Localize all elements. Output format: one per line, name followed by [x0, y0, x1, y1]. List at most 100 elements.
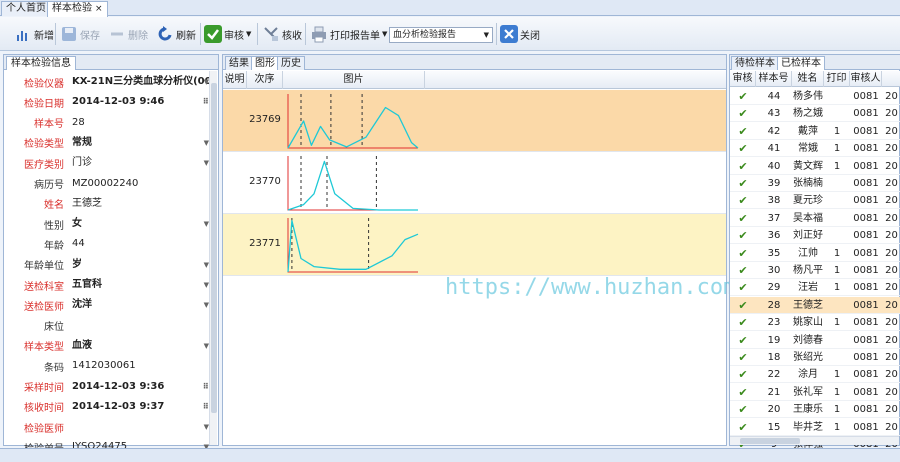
table-row[interactable]: ✔ 21 张礼军 1 0081 20: [730, 384, 900, 401]
graph-row[interactable]: 23769: [223, 90, 726, 152]
field-input[interactable]: 2014-12-03 9:46 ⠿: [70, 93, 212, 111]
order-number: 23771: [249, 238, 281, 249]
tab-history[interactable]: 历史: [277, 56, 305, 70]
column-header-image[interactable]: 图片: [283, 71, 425, 89]
save-button[interactable]: 保存: [60, 22, 100, 46]
form-row: 检验仪器 KX-21N三分类血球分析仪(000 ▼: [4, 72, 212, 92]
column-header-note[interactable]: 说明: [223, 71, 247, 89]
column-header-print[interactable]: 打印: [824, 71, 850, 87]
cell-print: [824, 192, 850, 209]
cell-name: 杨之娥: [793, 108, 823, 120]
field-input[interactable]: 2014-12-03 9:37 ⠿: [70, 398, 212, 416]
tab-home[interactable]: 个人首页: [1, 1, 51, 16]
field-input[interactable]: ▼: [70, 418, 212, 436]
close-button[interactable]: 关闭: [500, 22, 540, 46]
table-row[interactable]: ✔ 20 王康乐 1 0081 20: [730, 401, 900, 419]
refresh-button[interactable]: 刷新: [156, 22, 196, 46]
column-header-review[interactable]: 审核: [730, 71, 756, 87]
close-icon: [500, 25, 518, 43]
column-header-reviewer[interactable]: 审核人: [850, 71, 882, 87]
table-row[interactable]: ✔ 36 刘正好 0081 20: [730, 227, 900, 245]
field-input[interactable]: MZ00002240: [70, 175, 212, 193]
chevron-down-icon[interactable]: ▼: [246, 30, 251, 38]
table-row[interactable]: ✔ 38 夏元珍 0081 20: [730, 192, 900, 210]
column-header-order[interactable]: 次序: [247, 71, 283, 89]
table-row[interactable]: ✔ 35 江帅 1 0081 20: [730, 245, 900, 262]
cell-no: 41: [767, 143, 781, 155]
table-row[interactable]: ✔ 30 杨凡平 1 0081 20: [730, 262, 900, 279]
cell-print: [824, 210, 850, 227]
cell-x: 20: [885, 230, 898, 242]
cell-no: 43: [767, 108, 781, 120]
table-row[interactable]: ✔ 40 黄文辉 1 0081 20: [730, 158, 900, 175]
checkmark-icon: ✔: [738, 298, 748, 312]
table-row[interactable]: ✔ 15 毕井芝 1 0081 20: [730, 419, 900, 436]
table-row[interactable]: ✔ 44 杨多伟 0081 20: [730, 88, 900, 105]
table-row[interactable]: ✔ 19 刘德春 0081 20: [730, 332, 900, 349]
scrollbar-thumb[interactable]: [740, 438, 800, 444]
table-row[interactable]: ✔ 42 戴萍 1 0081 20: [730, 123, 900, 140]
form-row: 病历号 MZ00002240: [4, 174, 212, 194]
table-row[interactable]: ✔ 29 汪岩 1 0081 20: [730, 279, 900, 297]
horizontal-scrollbar[interactable]: [730, 436, 899, 445]
cell-x: 20: [885, 108, 898, 120]
sample-list-tabs: 待检样本 已检样本: [730, 55, 900, 70]
tab-sample-info[interactable]: 样本检验信息: [6, 56, 76, 70]
table-row[interactable]: ✔ 28 王德芝 0081 20: [730, 296, 900, 314]
field-input[interactable]: 沈洋 ▼: [70, 296, 212, 314]
tab-result[interactable]: 结果: [225, 56, 253, 70]
field-input[interactable]: 28: [70, 114, 212, 132]
cell-reviewer: 0081: [853, 404, 879, 416]
tab-checked-samples[interactable]: 已检样本: [777, 56, 825, 70]
table-row[interactable]: ✔ 18 张绍光 0081 20: [730, 349, 900, 366]
print-report-button[interactable]: 打印报告单 ▼: [310, 22, 387, 46]
cell-no: 35: [767, 247, 781, 259]
report-template-select[interactable]: 血分析检验报告 ▼: [389, 27, 493, 43]
column-header-sample-no[interactable]: 样本号: [756, 71, 792, 87]
scrollbar-thumb[interactable]: [211, 83, 217, 413]
table-row[interactable]: ✔ 22 涂月 1 0081 20: [730, 366, 900, 384]
delete-button[interactable]: 删除: [108, 22, 148, 46]
cell-name: 张楠楠: [793, 178, 823, 189]
cell-no: 22: [767, 369, 781, 381]
checkmark-icon: ✔: [738, 351, 748, 364]
table-row[interactable]: ✔ 43 杨之娥 0081 20: [730, 105, 900, 123]
close-icon[interactable]: ×: [95, 4, 103, 14]
add-button[interactable]: 新增: [14, 22, 54, 46]
graph-row[interactable]: 23770: [223, 152, 726, 214]
field-input[interactable]: KX-21N三分类血球分析仪(000 ▼: [70, 73, 212, 91]
field-input[interactable]: 常规 ▼: [70, 134, 212, 152]
field-input[interactable]: 岁 ▼: [70, 256, 212, 274]
field-input[interactable]: 2014-12-03 9:36 ⠿: [70, 378, 212, 396]
cell-no: 28: [767, 299, 781, 311]
tab-graph[interactable]: 图形: [251, 56, 279, 70]
histogram-curve: [287, 160, 418, 211]
table-row[interactable]: ✔ 37 吴本福 0081 20: [730, 210, 900, 227]
review-button[interactable]: 审核 ▼: [204, 22, 251, 46]
toolbar-separator: [305, 23, 306, 45]
graph-row[interactable]: 23771: [223, 214, 726, 276]
field-input[interactable]: 门诊 ▼: [70, 154, 212, 172]
field-input[interactable]: 1412030061: [70, 357, 212, 375]
field-input[interactable]: [70, 317, 212, 335]
column-header-name[interactable]: 姓名: [792, 71, 824, 87]
field-input[interactable]: 王德芝: [70, 195, 212, 213]
histogram-plot: [287, 218, 419, 273]
column-header-extra[interactable]: [882, 71, 900, 87]
chevron-down-icon[interactable]: ▼: [382, 30, 387, 38]
field-input[interactable]: 44: [70, 235, 212, 253]
field-input[interactable]: 女 ▼: [70, 215, 212, 233]
form-row: 样本类型 血液 ▼: [4, 336, 212, 356]
field-label: 核收时间: [24, 403, 64, 415]
tab-pending-samples[interactable]: 待检样本: [731, 56, 779, 70]
table-row[interactable]: ✔ 39 张楠楠 0081 20: [730, 175, 900, 192]
scrollbar[interactable]: [209, 71, 217, 445]
cell-name: 吴本福: [793, 212, 823, 224]
table-row[interactable]: ✔ 23 姚家山 1 0081 20: [730, 314, 900, 332]
field-input[interactable]: 五官科 ▼: [70, 276, 212, 294]
check-receive-button[interactable]: 核收: [262, 22, 302, 46]
field-input[interactable]: 血液 ▼: [70, 337, 212, 355]
tab-sample-test[interactable]: 样本检验 ×: [47, 1, 108, 17]
table-row[interactable]: ✔ 41 常娥 1 0081 20: [730, 140, 900, 158]
review-label: 审核: [224, 30, 244, 42]
